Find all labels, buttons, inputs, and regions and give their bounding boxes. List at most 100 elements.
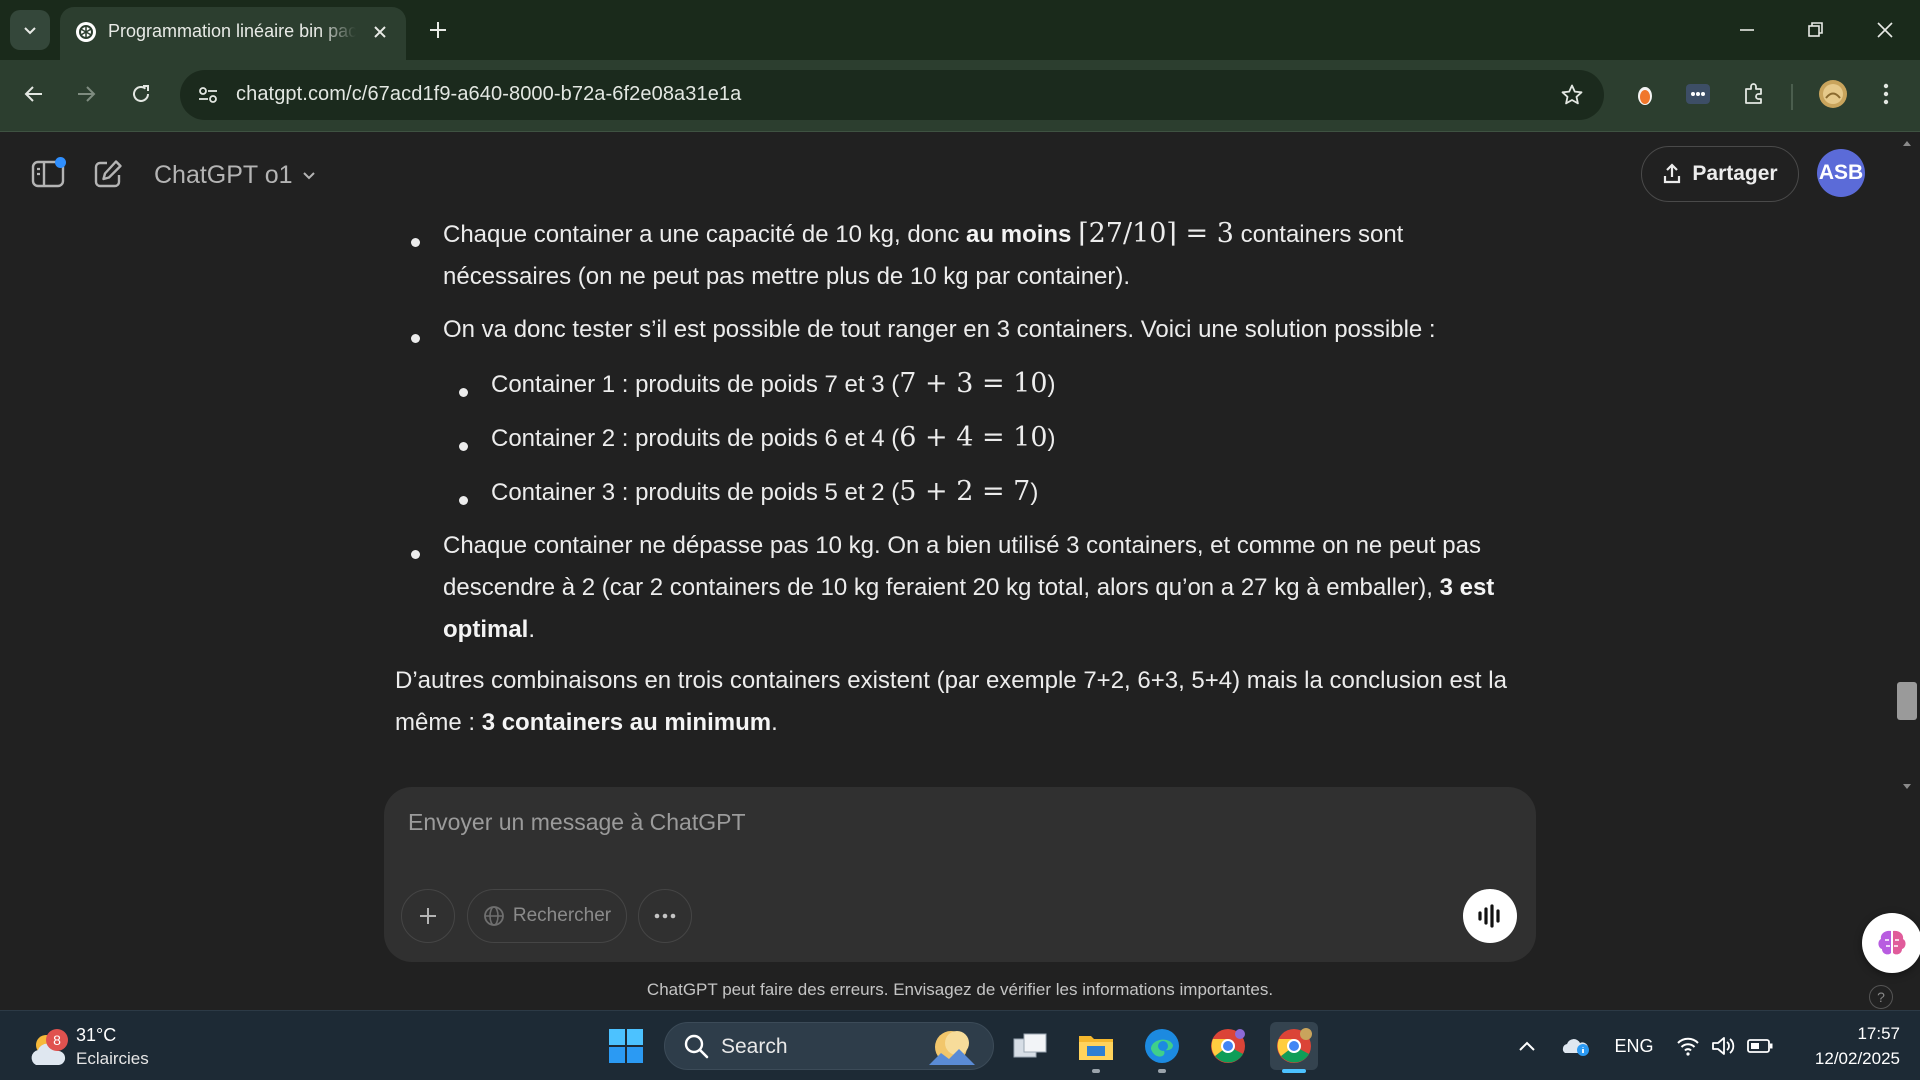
task-view-button[interactable]: [1006, 1022, 1054, 1070]
start-button[interactable]: [602, 1022, 650, 1070]
share-button[interactable]: Partager: [1641, 146, 1799, 202]
chevron-up-icon: [1519, 1041, 1535, 1051]
new-tab-button[interactable]: [424, 12, 452, 48]
chatgpt-favicon-icon: [74, 20, 98, 44]
active-indicator: [1282, 1069, 1306, 1073]
browser-tab-active[interactable]: Programmation linéaire bin packing: [60, 7, 406, 60]
more-options-button[interactable]: [638, 889, 692, 943]
list-bullet: [411, 334, 420, 343]
page-scrollbar-thumb[interactable]: [1897, 682, 1917, 720]
show-hidden-icons-button[interactable]: [1515, 1029, 1539, 1063]
sub-list-item: Container 3 : produits de poids 5 et 2 (…: [491, 476, 1039, 507]
extension-orange-icon[interactable]: [1627, 76, 1663, 112]
share-label: Partager: [1692, 162, 1778, 185]
new-chat-button[interactable]: [87, 153, 129, 195]
help-button[interactable]: ?: [1869, 985, 1893, 1009]
disclaimer-text: ChatGPT peut faire des erreurs. Envisage…: [646, 980, 1274, 999]
volume-icon: [1712, 1037, 1735, 1055]
volume-tray-button[interactable]: [1710, 1029, 1738, 1063]
app-header: ChatGPT o1 Partager ASB: [0, 133, 1920, 213]
close-window-button[interactable]: [1863, 8, 1907, 52]
forward-button[interactable]: [66, 74, 106, 114]
onedrive-tray-button[interactable]: [1560, 1029, 1592, 1063]
arrow-right-icon: [78, 86, 96, 102]
edit-icon: [94, 160, 122, 188]
chatgpt-app: ChatGPT o1 Partager ASB Chaque container…: [0, 133, 1920, 1010]
brain-extension-button[interactable]: [1862, 913, 1920, 973]
extension-dots-icon[interactable]: [1680, 76, 1716, 112]
tab-close-icon[interactable]: [368, 20, 392, 44]
weather-condition: Eclaircies: [76, 1049, 149, 1068]
browser-menu-icon[interactable]: [1868, 76, 1904, 112]
battery-tray-button[interactable]: [1746, 1029, 1774, 1063]
reload-button[interactable]: [121, 74, 161, 114]
minimize-button[interactable]: [1725, 8, 1769, 52]
tab-search-button[interactable]: [10, 10, 50, 50]
weather-temperature: 31°C: [76, 1025, 117, 1045]
search-highlight-moon-icon: [929, 1031, 975, 1065]
list-bullet: [411, 238, 420, 247]
scroll-down-arrow[interactable]: [1899, 779, 1915, 795]
running-indicator: [1158, 1069, 1166, 1073]
list-item: Chaque container ne dépasse pas 10 kg. O…: [443, 532, 1495, 643]
tab-title: Programmation linéaire bin packing: [108, 21, 356, 41]
more-dots-icon: [654, 913, 676, 919]
globe-icon: [483, 906, 504, 926]
toolbar-divider: [1791, 84, 1793, 110]
url-text[interactable]: chatgpt.com/c/67acd1f9-a640-8000-b72a-6f…: [236, 83, 741, 106]
message-composer[interactable]: Envoyer un message à ChatGPT Rechercher: [384, 787, 1536, 962]
math-ceil-expression: ⌈27/10⌉ = 3: [1078, 218, 1234, 249]
browser-tab-strip: Programmation linéaire bin packing: [0, 0, 1920, 60]
message-input[interactable]: Envoyer un message à ChatGPT: [408, 809, 746, 836]
chevron-down-icon: [24, 27, 36, 35]
windows-taskbar: 8 31°C Eclaircies Search ENG 17:57 12/02…: [0, 1010, 1920, 1080]
edge-button[interactable]: [1138, 1022, 1186, 1070]
scroll-up-arrow[interactable]: [1899, 135, 1915, 151]
folder-icon: [1079, 1036, 1113, 1060]
list-item: Chaque container a une capacité de 10 kg…: [443, 218, 1404, 290]
address-bar[interactable]: chatgpt.com/c/67acd1f9-a640-8000-b72a-6f…: [180, 70, 1604, 120]
chrome-profile-button[interactable]: [1204, 1022, 1252, 1070]
back-button[interactable]: [14, 74, 54, 114]
chrome-active-button[interactable]: [1270, 1022, 1318, 1070]
sub-list-bullet: [459, 442, 468, 451]
cloud-info-icon: [1562, 1039, 1589, 1056]
wifi-tray-button[interactable]: [1674, 1029, 1702, 1063]
weather-widget[interactable]: 8 31°C Eclaircies: [26, 1021, 176, 1071]
file-explorer-button[interactable]: [1072, 1022, 1120, 1070]
chrome-icon: [1277, 1028, 1312, 1063]
task-view-icon: [1013, 1033, 1047, 1058]
reload-icon: [133, 85, 149, 102]
wifi-icon: [1677, 1037, 1699, 1056]
search-web-button[interactable]: Rechercher: [467, 889, 627, 943]
bookmark-star-icon[interactable]: [1558, 81, 1586, 109]
close-icon: [1877, 22, 1893, 38]
chrome-icon: [1211, 1029, 1245, 1063]
site-info-icon[interactable]: [194, 81, 222, 109]
clock-time: 17:57: [1857, 1024, 1900, 1043]
weather-alert-badge: 8: [46, 1029, 68, 1051]
extensions-puzzle-icon[interactable]: [1736, 76, 1772, 112]
chevron-down-icon: [302, 172, 315, 180]
system-clock[interactable]: 17:57 12/02/2025: [1790, 1021, 1900, 1071]
restore-button[interactable]: [1793, 8, 1837, 52]
sub-list-item: Container 2 : produits de poids 6 et 4 (…: [491, 422, 1056, 453]
model-switcher[interactable]: ChatGPT o1: [154, 156, 317, 194]
user-avatar[interactable]: ASB: [1817, 149, 1865, 197]
attach-button[interactable]: [401, 889, 455, 943]
arrow-left-icon: [24, 86, 42, 102]
clock-date: 12/02/2025: [1814, 1049, 1900, 1068]
browser-toolbar: chatgpt.com/c/67acd1f9-a640-8000-b72a-6f…: [0, 60, 1920, 132]
model-name: ChatGPT o1: [154, 160, 293, 189]
profile-avatar-icon[interactable]: [1815, 76, 1851, 112]
notification-dot: [55, 157, 66, 168]
running-indicator: [1092, 1069, 1100, 1073]
battery-icon: [1747, 1039, 1773, 1053]
language-indicator[interactable]: ENG: [1614, 1029, 1654, 1063]
conclusion-paragraph: D’autres combinaisons en trois container…: [395, 667, 1507, 736]
voice-mode-button[interactable]: [1463, 889, 1517, 943]
list-item: On va donc tester s’il est possible de t…: [443, 316, 1436, 343]
search-icon: [684, 1034, 709, 1059]
taskbar-search[interactable]: Search: [664, 1022, 994, 1070]
share-upload-icon: [1664, 163, 1681, 184]
